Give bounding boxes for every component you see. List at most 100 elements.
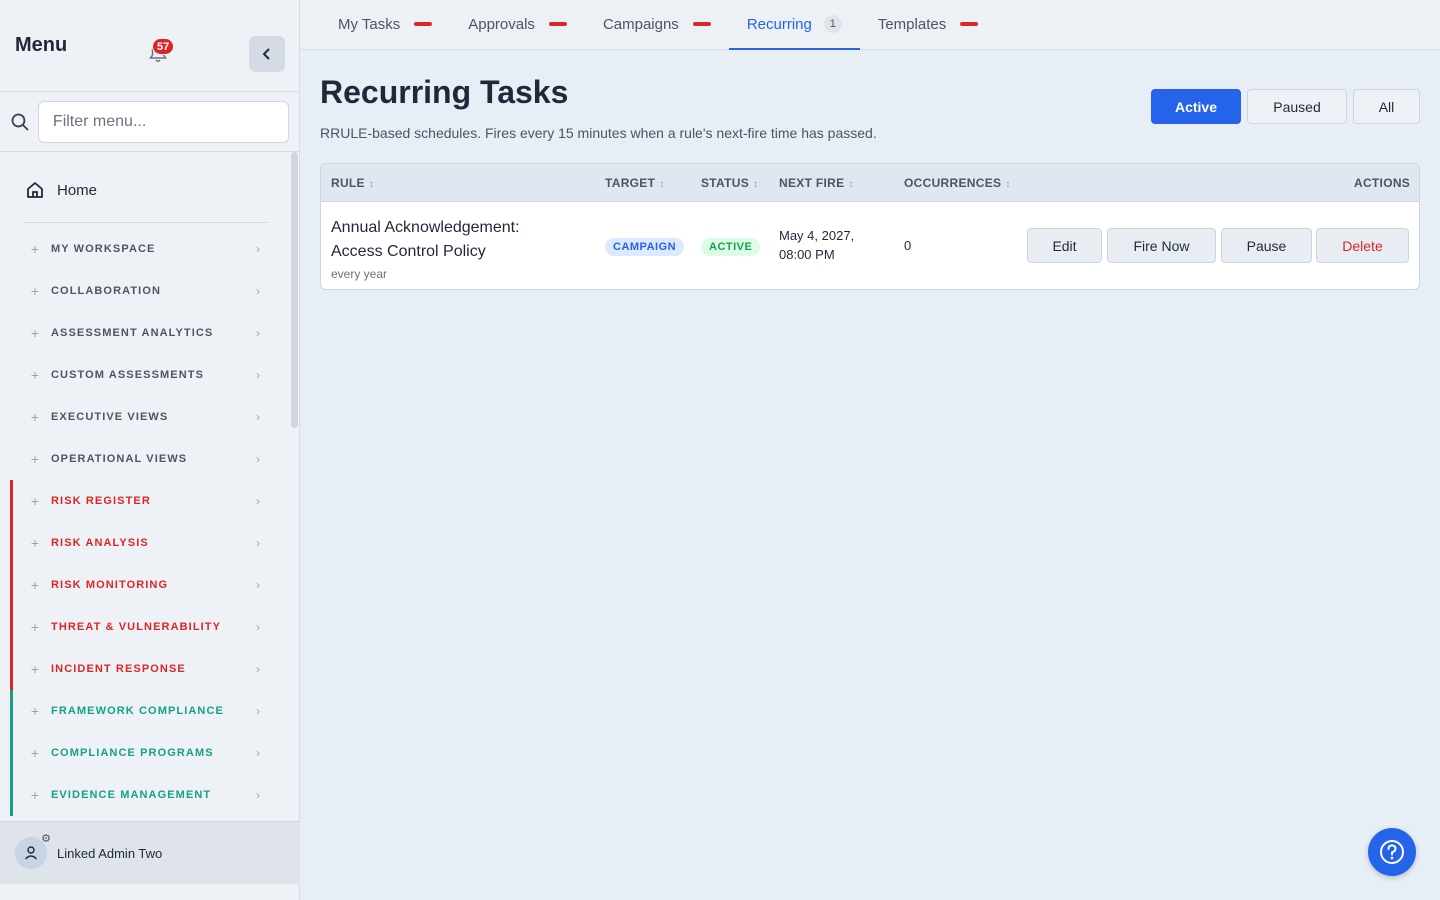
sidebar: Menu 57 Home + MY WORKSPACE › + COLLABORATIO… bbox=[0, 0, 300, 900]
chevron-left-icon bbox=[262, 48, 270, 60]
section-accent-bar bbox=[10, 606, 13, 648]
plus-icon: + bbox=[30, 241, 40, 257]
sidebar-item-label: MY WORKSPACE bbox=[51, 243, 156, 255]
user-icon bbox=[24, 846, 38, 860]
column-header-target[interactable]: TARGET ↕ bbox=[605, 176, 665, 190]
sidebar-header: Menu 57 bbox=[0, 0, 299, 92]
sidebar-item-label: COLLABORATION bbox=[51, 285, 162, 297]
help-icon bbox=[1380, 840, 1404, 864]
sidebar-item-risk-monitoring[interactable]: + RISK MONITORING › bbox=[0, 564, 290, 606]
plus-icon: + bbox=[30, 409, 40, 425]
section-accent-bar bbox=[10, 270, 13, 312]
column-header-status[interactable]: STATUS ↕ bbox=[701, 176, 758, 190]
sidebar-item-label: COMPLIANCE PROGRAMS bbox=[51, 747, 214, 759]
tab-label: Approvals bbox=[468, 15, 535, 33]
delete-button[interactable]: Delete bbox=[1316, 228, 1409, 263]
help-button[interactable] bbox=[1368, 828, 1416, 876]
filter-menu-input[interactable] bbox=[37, 100, 289, 143]
sidebar-item-home[interactable]: Home bbox=[0, 166, 290, 214]
sidebar-item-risk-analysis[interactable]: + RISK ANALYSIS › bbox=[0, 522, 290, 564]
filter-paused-button[interactable]: Paused bbox=[1247, 89, 1347, 124]
column-header-next-fire[interactable]: NEXT FIRE ↕ bbox=[779, 176, 854, 190]
sidebar-item-compliance-programs[interactable]: + COMPLIANCE PROGRAMS › bbox=[0, 732, 290, 774]
chevron-right-icon: › bbox=[256, 788, 260, 802]
chevron-right-icon: › bbox=[256, 452, 260, 466]
sidebar-item-label: ASSESSMENT ANALYTICS bbox=[51, 327, 214, 339]
sort-icon: ↕ bbox=[1005, 179, 1011, 190]
avatar: ⚙ bbox=[15, 833, 51, 869]
rule-title: Annual Acknowledgement: Access Control P… bbox=[331, 219, 520, 260]
chevron-right-icon: › bbox=[256, 746, 260, 760]
next-fire-value: May 4, 2027, 08:00 PM bbox=[779, 228, 855, 262]
plus-icon: + bbox=[30, 619, 40, 635]
chevron-right-icon: › bbox=[256, 242, 260, 256]
collapse-sidebar-button[interactable] bbox=[249, 36, 285, 72]
filter-row bbox=[0, 92, 299, 152]
section-accent-bar bbox=[10, 522, 13, 564]
plus-icon: + bbox=[30, 451, 40, 467]
tab-approvals[interactable]: Approvals bbox=[450, 0, 585, 49]
plus-icon: + bbox=[30, 703, 40, 719]
section-accent-bar bbox=[10, 732, 13, 774]
chevron-right-icon: › bbox=[256, 494, 260, 508]
sidebar-item-incident-response[interactable]: + INCIDENT RESPONSE › bbox=[0, 648, 290, 690]
gear-icon: ⚙ bbox=[41, 833, 51, 845]
tab-count-badge: 1 bbox=[823, 15, 842, 33]
tab-my-tasks[interactable]: My Tasks bbox=[320, 0, 450, 49]
sidebar-title: Menu bbox=[15, 34, 68, 56]
tab-indicator bbox=[960, 22, 979, 26]
chevron-right-icon: › bbox=[256, 662, 260, 676]
pause-button[interactable]: Pause bbox=[1221, 228, 1312, 263]
plus-icon: + bbox=[30, 493, 40, 509]
chevron-right-icon: › bbox=[256, 326, 260, 340]
search-icon bbox=[11, 113, 29, 131]
column-header-occurrences[interactable]: OCCURRENCES ↕ bbox=[904, 176, 1011, 190]
target-badge: CAMPAIGN bbox=[605, 238, 685, 256]
sidebar-item-my-workspace[interactable]: + MY WORKSPACE › bbox=[0, 228, 290, 270]
tab-label: Recurring bbox=[746, 15, 812, 33]
plus-icon: + bbox=[30, 283, 40, 299]
sidebar-item-label: RISK REGISTER bbox=[51, 495, 151, 507]
sidebar-item-label: RISK ANALYSIS bbox=[51, 537, 149, 549]
plus-icon: + bbox=[30, 661, 40, 677]
recurring-table: RULE ↕ TARGET ↕ STATUS ↕ NEXT FIRE ↕ OCCURRE… bbox=[320, 163, 1420, 290]
edit-button[interactable]: Edit bbox=[1027, 228, 1102, 263]
fire-now-button[interactable]: Fire Now bbox=[1107, 228, 1216, 263]
filter-active-button[interactable]: Active bbox=[1151, 89, 1241, 124]
plus-icon: + bbox=[30, 577, 40, 593]
sidebar-scrollbar[interactable] bbox=[291, 152, 298, 428]
tab-label: Templates bbox=[877, 15, 947, 33]
sidebar-item-label: EXECUTIVE VIEWS bbox=[51, 411, 169, 423]
tab-recurring[interactable]: Recurring 1 bbox=[728, 0, 860, 50]
sidebar-item-operational-views[interactable]: + OPERATIONAL VIEWS › bbox=[0, 438, 290, 480]
column-header-rule[interactable]: RULE ↕ bbox=[331, 176, 374, 190]
sidebar-item-executive-views[interactable]: + EXECUTIVE VIEWS › bbox=[0, 396, 290, 438]
table-row: Annual Acknowledgement: Access Control P… bbox=[321, 202, 1419, 289]
sidebar-item-assessment-analytics[interactable]: + ASSESSMENT ANALYTICS › bbox=[0, 312, 290, 354]
section-accent-bar bbox=[10, 690, 13, 732]
sidebar-item-custom-assessments[interactable]: + CUSTOM ASSESSMENTS › bbox=[0, 354, 290, 396]
sidebar-item-risk-register[interactable]: + RISK REGISTER › bbox=[0, 480, 290, 522]
sidebar-item-label: EVIDENCE MANAGEMENT bbox=[51, 789, 212, 801]
sidebar-item-threat-vulnerability[interactable]: + THREAT & VULNERABILITY › bbox=[0, 606, 290, 648]
home-icon bbox=[27, 182, 43, 198]
sidebar-item-label: FRAMEWORK COMPLIANCE bbox=[51, 705, 224, 717]
section-accent-bar bbox=[10, 312, 13, 354]
plus-icon: + bbox=[30, 787, 40, 803]
sidebar-item-framework-compliance[interactable]: + FRAMEWORK COMPLIANCE › bbox=[0, 690, 290, 732]
section-accent-bar bbox=[10, 648, 13, 690]
sidebar-item-evidence-management[interactable]: + EVIDENCE MANAGEMENT › bbox=[0, 774, 290, 816]
sidebar-item-collaboration[interactable]: + COLLABORATION › bbox=[0, 270, 290, 312]
chevron-right-icon: › bbox=[256, 578, 260, 592]
filter-all-button[interactable]: All bbox=[1353, 89, 1420, 124]
tab-templates[interactable]: Templates bbox=[860, 0, 996, 49]
user-profile[interactable]: ⚙ Linked Admin Two bbox=[0, 821, 300, 884]
status-badge: ACTIVE bbox=[701, 238, 761, 256]
rule-frequency: every year bbox=[331, 267, 388, 281]
chevron-right-icon: › bbox=[256, 536, 260, 550]
plus-icon: + bbox=[30, 745, 40, 761]
section-accent-bar bbox=[10, 480, 13, 522]
tab-campaigns[interactable]: Campaigns bbox=[585, 0, 729, 49]
table-header: RULE ↕ TARGET ↕ STATUS ↕ NEXT FIRE ↕ OCCURRE… bbox=[321, 164, 1419, 202]
chevron-right-icon: › bbox=[256, 368, 260, 382]
